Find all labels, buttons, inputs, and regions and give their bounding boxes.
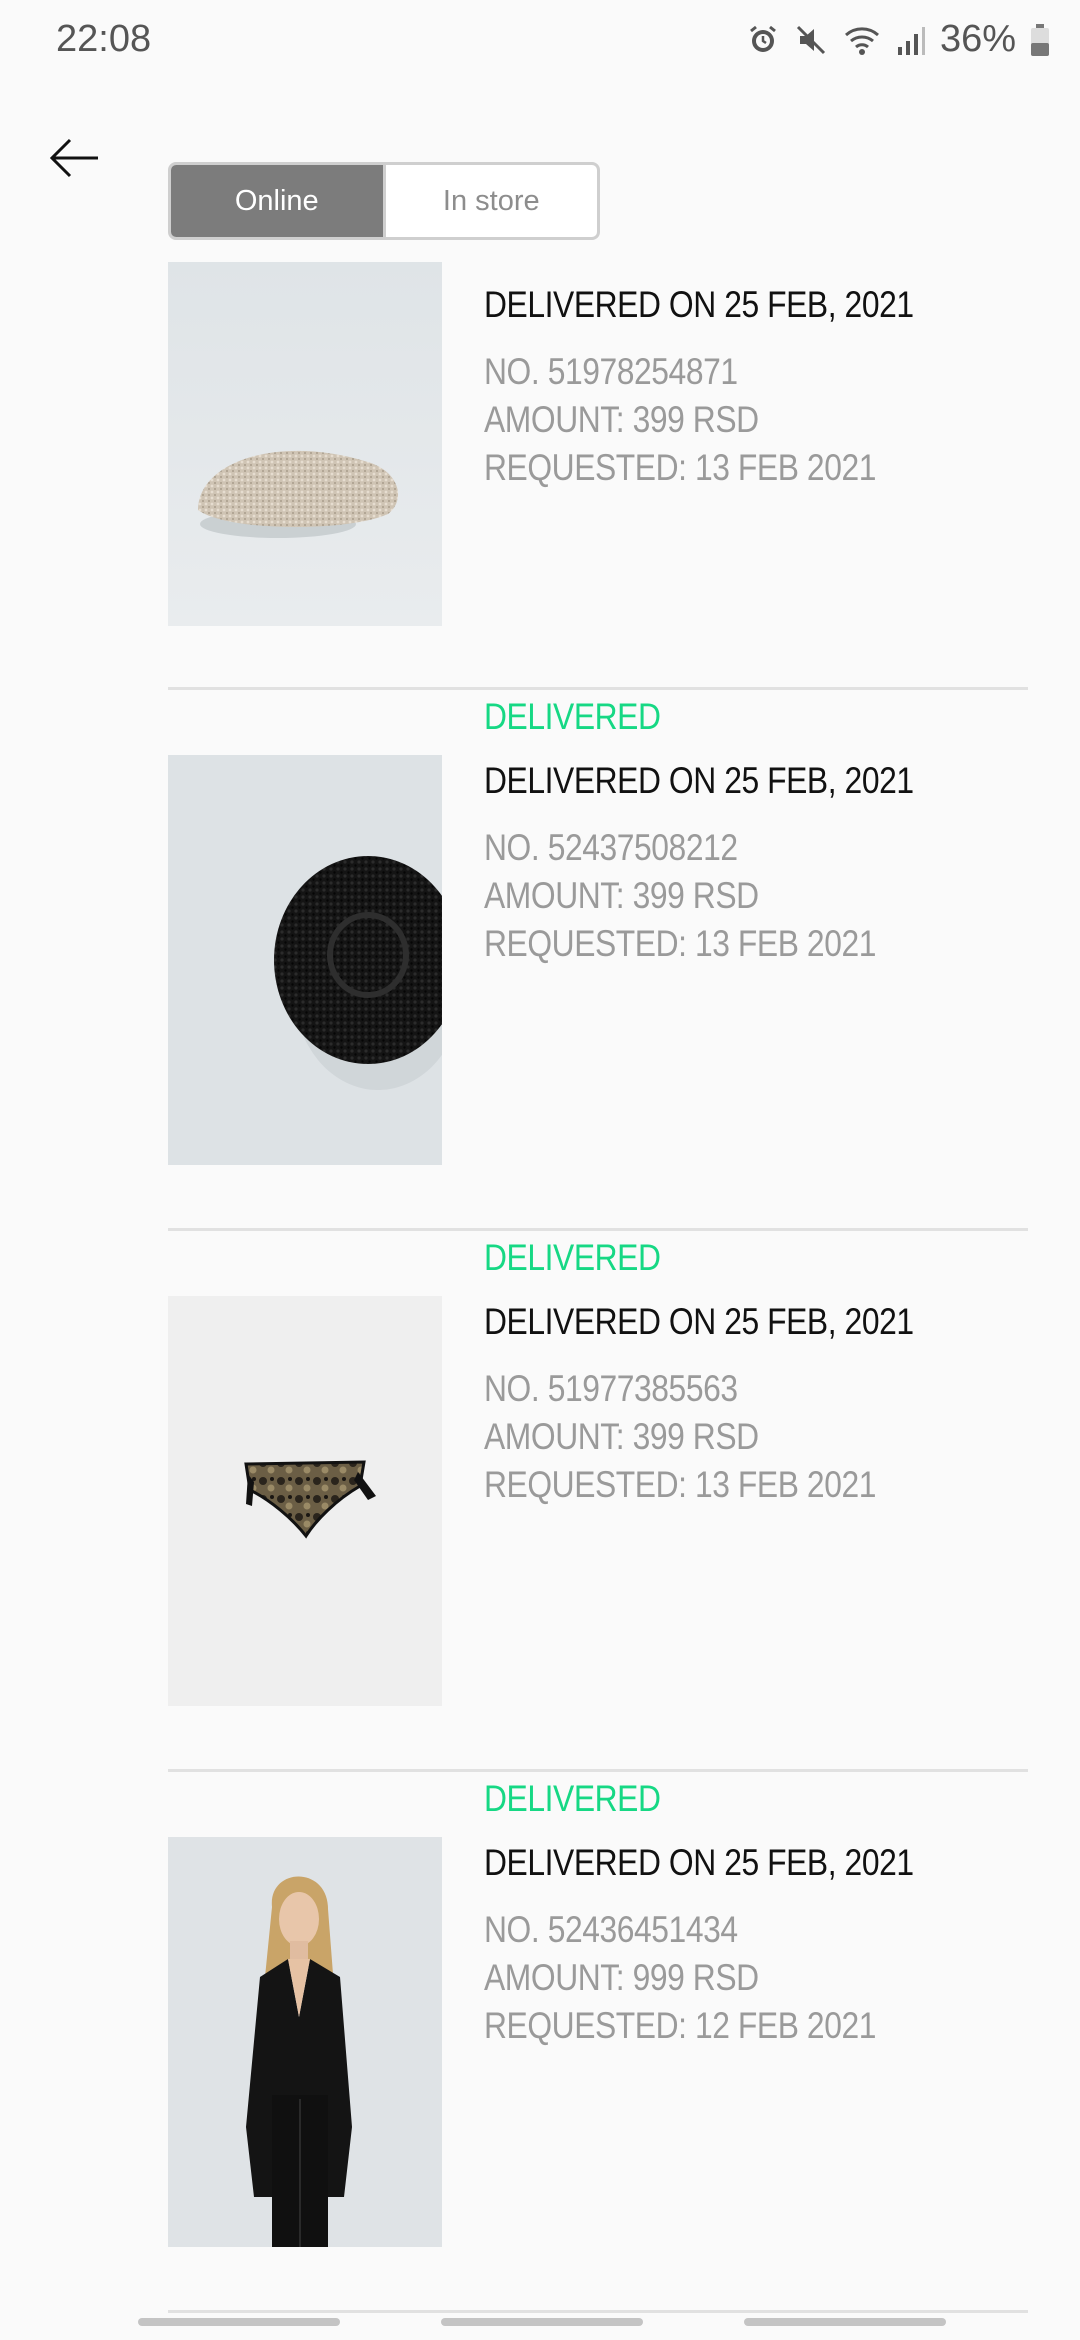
arrow-left-icon — [49, 138, 98, 178]
status-time: 22:08 — [56, 18, 152, 60]
alarm-icon — [746, 23, 780, 57]
order-amount: AMOUNT: 399 RSD — [484, 1416, 759, 1457]
order-requested-date: REQUESTED: 13 FEB 2021 — [484, 923, 876, 964]
order-type-tabs: Online In store — [168, 162, 600, 240]
delivery-date: DELIVERED ON 25 FEB, 2021 — [484, 760, 914, 801]
product-image — [168, 262, 442, 626]
order-item[interactable]: DELIVERED ON 25 FEB, 2021 NO. 5197825487… — [168, 262, 1028, 690]
nav-bar-home[interactable] — [441, 2318, 643, 2326]
order-number: NO. 52436451434 — [484, 1909, 738, 1950]
order-item[interactable]: DELIVERED DELIVERED ON 25 FEB, 2021 NO. … — [168, 690, 1028, 1231]
order-status: DELIVERED — [484, 1237, 661, 1278]
order-info: DELIVERED ON 25 FEB, 2021 NO. 5197825487… — [484, 284, 984, 492]
order-requested-date: REQUESTED: 13 FEB 2021 — [484, 447, 876, 488]
product-image — [168, 755, 442, 1165]
order-info: DELIVERED DELIVERED ON 25 FEB, 2021 NO. … — [484, 1778, 984, 2050]
back-button[interactable] — [44, 128, 104, 188]
order-list: DELIVERED ON 25 FEB, 2021 NO. 5197825487… — [168, 262, 1028, 2313]
order-status: DELIVERED — [484, 696, 661, 737]
delivery-date: DELIVERED ON 25 FEB, 2021 — [484, 284, 914, 325]
delivery-date: DELIVERED ON 25 FEB, 2021 — [484, 1301, 914, 1342]
order-amount: AMOUNT: 999 RSD — [484, 1957, 759, 1998]
order-amount: AMOUNT: 399 RSD — [484, 399, 759, 440]
order-info: DELIVERED DELIVERED ON 25 FEB, 2021 NO. … — [484, 696, 984, 968]
tab-online[interactable]: Online — [171, 165, 383, 237]
order-number: NO. 51977385563 — [484, 1368, 738, 1409]
nav-bar-back[interactable] — [744, 2318, 946, 2326]
mute-icon — [794, 23, 828, 57]
order-amount: AMOUNT: 399 RSD — [484, 875, 759, 916]
delivery-date: DELIVERED ON 25 FEB, 2021 — [484, 1842, 914, 1883]
wifi-icon — [842, 23, 882, 57]
order-item[interactable]: DELIVERED DELIVERED ON 25 FEB, 2021 NO. … — [168, 1231, 1028, 1772]
order-number: NO. 51978254871 — [484, 351, 738, 392]
tab-in-store[interactable]: In store — [382, 165, 598, 237]
status-icons: 36% — [746, 18, 1050, 61]
product-image — [168, 1296, 442, 1706]
battery-icon — [1030, 23, 1050, 57]
signal-icon — [896, 23, 926, 57]
order-item[interactable]: DELIVERED DELIVERED ON 25 FEB, 2021 NO. … — [168, 1772, 1028, 2313]
order-requested-date: REQUESTED: 12 FEB 2021 — [484, 2005, 876, 2046]
product-image — [168, 1837, 442, 2247]
status-bar: 22:08 36% — [0, 0, 1080, 84]
order-info: DELIVERED DELIVERED ON 25 FEB, 2021 NO. … — [484, 1237, 984, 1509]
order-status: DELIVERED — [484, 1778, 661, 1819]
battery-percent: 36% — [939, 18, 1016, 60]
nav-bar-recents[interactable] — [138, 2318, 340, 2326]
order-requested-date: REQUESTED: 13 FEB 2021 — [484, 1464, 876, 1505]
order-number: NO. 52437508212 — [484, 827, 738, 868]
